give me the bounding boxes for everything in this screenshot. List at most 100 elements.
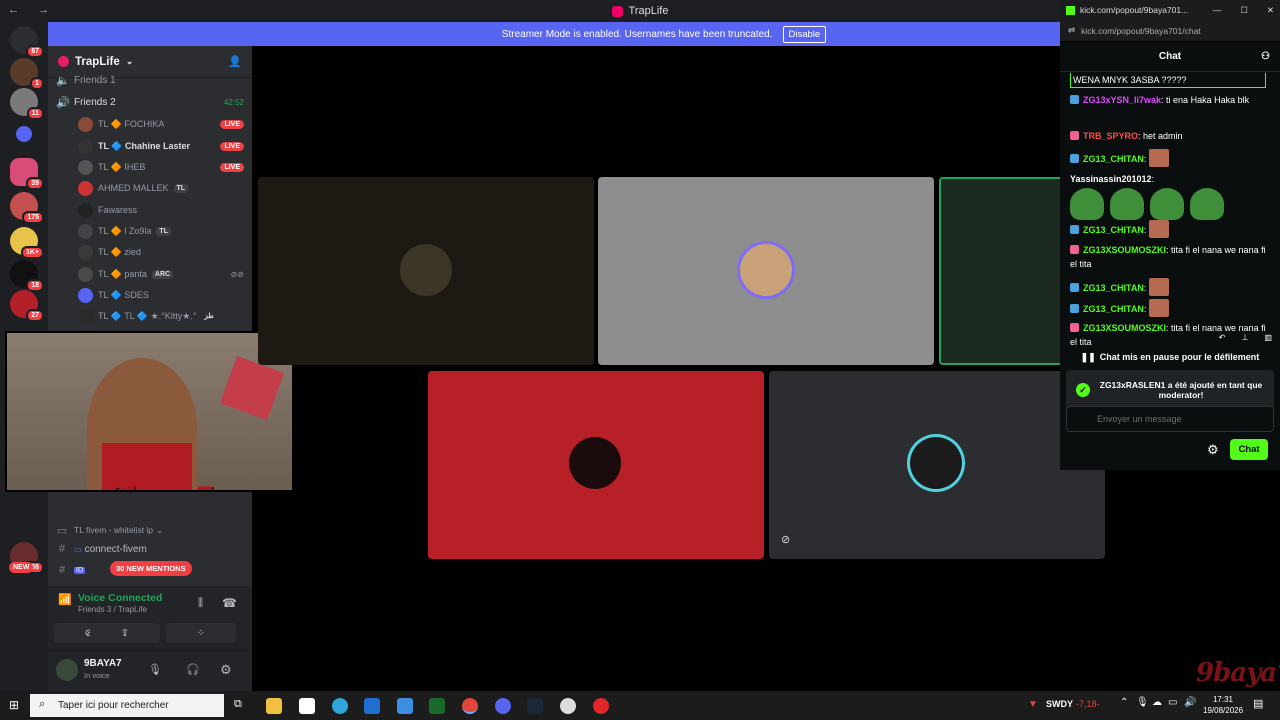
input-placeholder: Envoyer un message — [1097, 414, 1182, 424]
taskbar-search[interactable]: ⌕ Taper ici pour rechercher — [30, 694, 224, 717]
gear-icon[interactable]: ⚙ — [1207, 442, 1219, 458]
avatar — [78, 223, 93, 239]
server-icon[interactable]: 1K+ — [10, 227, 44, 259]
nvidia-icon[interactable] — [429, 698, 445, 714]
category-header[interactable]: ▭ TL fivem - whitelist ip ⌄ — [56, 520, 244, 540]
pin-icon[interactable]: ⊥ — [1241, 333, 1248, 347]
edge-icon[interactable] — [332, 698, 348, 714]
voice-channel-friends-1[interactable]: 🔈 Friends 1 — [56, 70, 244, 90]
participant-tile[interactable] — [428, 371, 764, 559]
windows-start-icon[interactable]: ⊞ — [9, 698, 19, 712]
chat-url-bar[interactable]: ⇄ kick.com/popout/9baya701/chat — [1060, 20, 1280, 42]
gear-icon[interactable]: ⚙ — [220, 662, 232, 678]
notifications-icon[interactable]: ▤ — [1253, 697, 1263, 710]
avatar[interactable] — [56, 659, 78, 681]
avatar — [740, 244, 792, 296]
voice-user[interactable]: Fawaress — [78, 200, 244, 220]
voice-user[interactable]: TL 🔶 zied — [78, 242, 244, 262]
chrome-icon[interactable] — [462, 698, 478, 714]
server-icon[interactable]: 175 — [10, 192, 44, 224]
participant-tile[interactable]: ⊘ — [769, 371, 1105, 559]
volume-icon[interactable]: 🔊 — [1184, 697, 1196, 708]
voice-user[interactable]: TL 🔶 IHEB LIVE — [78, 157, 244, 177]
store-icon[interactable] — [299, 698, 315, 714]
chat-message-input[interactable]: Envoyer un message — [1066, 406, 1274, 432]
chat-paused-bar[interactable]: ❚❚ Chat mis en pause pour le défilement — [1066, 348, 1274, 366]
voice-user[interactable]: AHMED MALLEK TL — [78, 178, 244, 198]
network-icon[interactable]: ▭ — [1168, 697, 1177, 708]
message-user: Yassinassin201012 — [1070, 174, 1152, 184]
stock-ticker[interactable]: SWDY — [1046, 699, 1073, 709]
voice-user[interactable]: TL 🔷 Chahine Laster LIVE — [78, 136, 244, 156]
server-icon[interactable]: 1 — [10, 58, 44, 90]
text-channel-connect-fivem[interactable]: # ▭ connect-fivem — [56, 539, 244, 559]
corner-watermark: 9baya7 — [1196, 658, 1280, 688]
server-icon[interactable]: 87 — [10, 26, 44, 58]
share-screen-button[interactable]: ⇪ — [90, 623, 160, 643]
discord-icon[interactable] — [495, 698, 511, 714]
voice-channel-friends-2[interactable]: 🔊 Friends 2 42:52 — [56, 92, 244, 112]
check-icon: ✓ — [1076, 383, 1090, 397]
add-member-icon[interactable]: 👤 — [228, 55, 242, 68]
close-icon[interactable]: ✕ — [1267, 5, 1274, 16]
disable-button[interactable]: Disable — [782, 25, 827, 43]
voice-location[interactable]: Friends 3 / TrapLife — [78, 605, 147, 614]
app-icon[interactable] — [593, 698, 609, 714]
new-mentions-pill[interactable]: 30 NEW MENTIONS — [110, 561, 192, 576]
chat-message: WENA MNYK 3ASBA ????? — [1070, 73, 1266, 88]
chat-send-button[interactable]: Chat — [1230, 439, 1268, 460]
emote-icon — [1148, 220, 1169, 238]
user-name: TL 🔷 Chahine Laster — [98, 140, 191, 151]
pepe-emote-icon — [1070, 188, 1104, 220]
message-text: : — [1143, 283, 1147, 293]
dm-icon[interactable] — [16, 126, 32, 142]
microphone-icon[interactable]: 🎙 — [148, 663, 162, 676]
minimize-icon[interactable]: — — [1213, 5, 1222, 15]
headphones-icon[interactable]: 🎧 — [186, 663, 200, 676]
reply-icon[interactable]: ↶ — [1219, 333, 1226, 347]
voice-user[interactable]: TL 🔷 TL 🔷 ★.°Kitty★.° طز — [78, 306, 244, 326]
avatar — [78, 308, 93, 324]
voice-user[interactable]: TL 🔶 panta ARC ⊘⊘ — [78, 264, 244, 284]
server-icon[interactable]: 39 — [10, 158, 44, 190]
activities-button[interactable]: ⁘ — [166, 623, 236, 643]
microphone-tray-icon[interactable]: 🎙 — [1136, 697, 1149, 708]
file-explorer-icon[interactable] — [266, 698, 282, 714]
avatar — [78, 116, 93, 132]
server-icon[interactable]: 18 — [10, 260, 44, 292]
badge: 39 — [26, 177, 44, 190]
tray-chevron-icon[interactable]: ⌃ — [1120, 697, 1128, 708]
tag-badge: طز — [204, 313, 214, 320]
chevron-down-icon: ⌄ — [156, 524, 164, 535]
message-user: ZG13XSOUMOSZKI — [1083, 323, 1167, 333]
voice-status[interactable]: Voice Connected — [78, 592, 162, 604]
participant-tile[interactable] — [258, 177, 594, 365]
user-name: 9BAYA7 — [84, 658, 122, 669]
voice-user[interactable]: TL 🔷 SDES — [78, 285, 244, 305]
task-view-icon[interactable]: ⧉ — [234, 698, 242, 711]
server-icon[interactable]: 11 — [10, 88, 44, 120]
badge: 1 — [30, 77, 44, 90]
maximize-icon[interactable]: ☐ — [1240, 5, 1248, 16]
trash-icon[interactable]: ▥ — [1264, 333, 1272, 347]
pepe-emote-icon — [1150, 188, 1184, 220]
server-icon[interactable]: 27 — [10, 290, 44, 322]
participant-tile[interactable] — [598, 177, 934, 365]
noise-suppression-icon[interactable]: ⫼ — [198, 597, 203, 610]
mail-icon[interactable] — [364, 698, 380, 714]
users-icon[interactable]: ⚇ — [1261, 51, 1270, 62]
disconnect-icon[interactable]: ☎ — [222, 596, 237, 610]
user-name: TL 🔶 IHEB — [98, 161, 146, 172]
pepe-emote-icon — [1190, 188, 1224, 220]
steam-icon[interactable] — [527, 698, 543, 714]
message-actions: ↶ ⊥ ▥ — [1200, 333, 1272, 347]
message-user: ZG13_CHITAN — [1083, 154, 1144, 164]
vscode-icon[interactable] — [397, 698, 413, 714]
cloud-icon[interactable]: ☁ — [1152, 697, 1162, 708]
clock[interactable]: 17:31 19/08/2026 — [1203, 694, 1243, 716]
voice-user[interactable]: TL 🔶 FOCHIKA LIVE — [78, 114, 244, 134]
voice-user[interactable]: TL 🔶 l Zo9la TL — [78, 221, 244, 241]
participant-tile[interactable] — [939, 177, 1069, 365]
obs-icon[interactable] — [560, 698, 576, 714]
nav-arrows[interactable]: ← → — [8, 4, 57, 16]
